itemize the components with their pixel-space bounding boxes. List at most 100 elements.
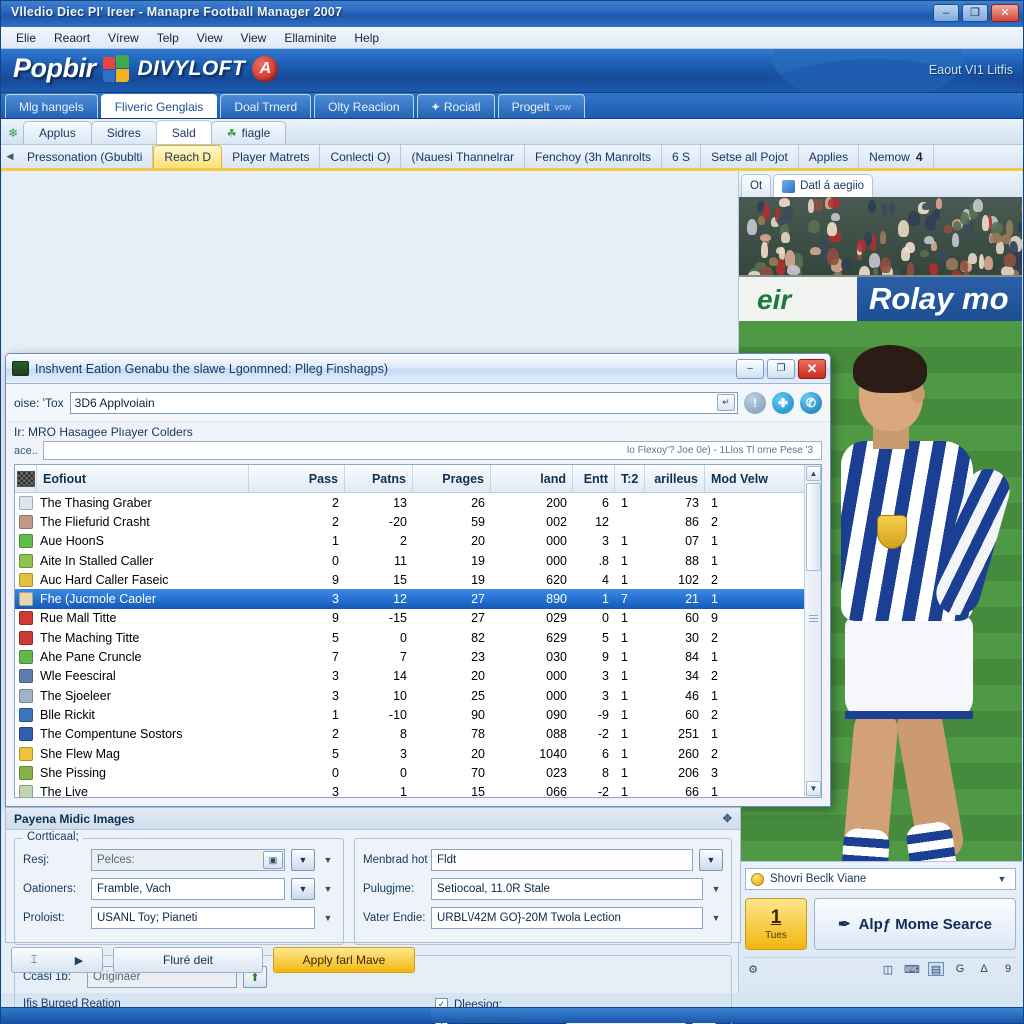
field-input[interactable]: USANL Toy; Pianeti <box>91 907 315 929</box>
select-all-icon[interactable] <box>17 471 35 487</box>
tertiary-tab-4[interactable]: (Nauesi Thannelrar <box>401 145 525 168</box>
menu-item-2[interactable]: Vírew <box>99 29 148 47</box>
table-row[interactable]: She Pissing 0 0 70 023 8 1 206 3 <box>15 763 804 782</box>
field-input[interactable]: Fldt <box>431 849 693 871</box>
chevron-down-icon[interactable]: ▼ <box>321 855 335 865</box>
refresh-icon-button[interactable]: ✤ <box>772 392 794 414</box>
table-row[interactable]: Wle Feesciral 3 14 20 000 3 1 34 2 <box>15 667 804 686</box>
tertiary-tab-1[interactable]: Reach D <box>153 145 222 168</box>
field-input[interactable]: Pelces: ▣ <box>91 849 285 871</box>
nav-prev-icon[interactable]: ⌶ <box>31 954 38 967</box>
tertiary-tab-2[interactable]: Player Matrets <box>222 145 320 168</box>
table-row[interactable]: The Compentune Sostors 2 8 78 088 -2 1 251 1 <box>15 725 804 744</box>
menu-item-7[interactable]: Help <box>345 29 388 47</box>
grid-header-land[interactable]: land <box>491 465 573 492</box>
primary-action-button[interactable]: Apply farl Mave <box>273 947 415 973</box>
tray-icon-6[interactable]: 9 <box>1000 962 1016 976</box>
nav-next-icon[interactable]: ▶ <box>75 954 83 967</box>
grid-header-entt[interactable]: Entt <box>573 465 615 492</box>
tray-icon-2[interactable]: ⌨ <box>904 962 920 976</box>
tray-icon-3[interactable]: ▤ <box>928 962 944 976</box>
primary-tab-4[interactable]: ✦ Rociatl <box>417 94 495 118</box>
chevron-down-icon[interactable]: ▼ <box>321 913 335 923</box>
field-input[interactable]: Setiocoal, 11.0R Stale <box>431 878 703 900</box>
tertiary-tab-9[interactable]: Nemow 4 <box>859 145 933 168</box>
grid-header-mod[interactable]: Mod Velw <box>705 465 804 492</box>
tray-icon-4[interactable]: G <box>952 962 968 976</box>
dialog-close-button[interactable]: ✕ <box>798 359 826 379</box>
tray-icon-0[interactable]: ⚙ <box>745 962 761 976</box>
search-input[interactable]: 3D6 Applvoiain ↵ <box>70 392 738 414</box>
count-badge-button[interactable]: 1 Tues <box>745 898 807 950</box>
grid-header-patns[interactable]: Patns <box>345 465 413 492</box>
path-field[interactable]: lo Flexoy'? Joe 0e) - 1Llos Tl orne Pese… <box>43 441 822 460</box>
dialog-minimize-button[interactable]: – <box>736 359 764 379</box>
tray-icon-5[interactable]: Δ <box>976 962 992 976</box>
chevron-down-icon[interactable]: ▼ <box>709 884 723 894</box>
tertiary-tab-7[interactable]: Setse all Pojot <box>701 145 799 168</box>
table-row[interactable]: She Flew Mag 5 3 20 1040 6 1 260 2 <box>15 744 804 763</box>
table-row[interactable]: The Maching Titte 5 0 82 629 5 1 30 2 <box>15 628 804 647</box>
grid-scrollbar[interactable]: ▲ ▼ <box>804 465 821 797</box>
menu-item-5[interactable]: View <box>232 29 276 47</box>
menu-item-3[interactable]: Telp <box>148 29 188 47</box>
table-row[interactable]: Rue Mall Titte 9 -15 27 029 0 1 60 9 <box>15 609 804 628</box>
grid-header-pass[interactable]: Pass <box>249 465 345 492</box>
close-button[interactable]: ✕ <box>991 4 1019 22</box>
field-inline-button[interactable]: ▣ <box>263 851 283 869</box>
table-row[interactable]: Aue HoonS 1 2 20 000 3 1 07 1 <box>15 532 804 551</box>
grid-header-t2[interactable]: T:2 <box>615 465 645 492</box>
table-row[interactable]: Aite In Stalled Caller 0 11 19 000 .8 1 88 1 <box>15 551 804 570</box>
scroll-up-arrow-icon[interactable]: ▲ <box>806 466 821 481</box>
tertiary-tab-6[interactable]: 6 Ѕ <box>662 145 701 168</box>
primary-tab-5[interactable]: Progelt vow <box>498 94 585 118</box>
table-row[interactable]: The Sjoeleer 3 10 25 000 3 1 46 1 <box>15 686 804 705</box>
search-action-button[interactable]: ✒ Alpƒ Mome Searce <box>814 898 1016 950</box>
primary-tab-1[interactable]: Fliveric Genglais <box>101 94 218 118</box>
game-pane-tab-0[interactable]: Ot <box>741 174 771 197</box>
minimize-button[interactable]: – <box>933 4 959 22</box>
secondary-tab-1[interactable]: Sidres <box>91 121 157 144</box>
tertiary-tab-5[interactable]: Fenchoy (3h Manrolts <box>525 145 662 168</box>
grid-header-arill[interactable]: arilleus <box>645 465 705 492</box>
chevron-down-icon[interactable]: ▼ <box>321 884 335 894</box>
menu-item-0[interactable]: Elie <box>7 29 45 47</box>
help-icon-button[interactable]: ✆ <box>800 392 822 414</box>
primary-tab-3[interactable]: Olty Reaclion <box>314 94 413 118</box>
table-row[interactable]: The Thasing Graber 2 13 26 200 6 1 73 1 <box>15 493 804 512</box>
secondary-tab-2[interactable]: Sald <box>156 120 212 144</box>
table-row[interactable]: Blle Rickit 1 -10 90 090 -9 1 60 2 <box>15 705 804 724</box>
table-row[interactable]: Fhe (Jucmole Caoler 3 12 27 890 1 7 21 1 <box>15 589 804 608</box>
search-submit-icon[interactable]: ↵ <box>717 394 735 411</box>
secondary-tab-3[interactable]: ☘ fiagle <box>211 121 287 144</box>
secondary-action-button[interactable]: Fluré deit <box>113 947 263 973</box>
scrollbar-thumb[interactable] <box>806 483 821 571</box>
grid-header-icon[interactable] <box>15 465 37 492</box>
scroll-left-arrow-icon[interactable]: ◀ <box>3 145 17 168</box>
table-row[interactable]: Ahe Pane Cruncle 7 7 23 030 9 1 84 1 <box>15 647 804 666</box>
tertiary-tab-0[interactable]: Pressonation (Gbublti <box>17 145 153 168</box>
tertiary-tab-3[interactable]: Conlecti O) <box>320 145 401 168</box>
field-dropdown-button[interactable]: ▼ <box>291 878 315 900</box>
menu-item-1[interactable]: Reaort <box>45 29 99 47</box>
game-pane-tab-1[interactable]: Datl á aegiio <box>773 174 873 197</box>
table-row[interactable]: The Fliefurid Crasht 2 -20 59 002 12 86 2 <box>15 512 804 531</box>
nav-buttons[interactable]: ⌶ ▶ <box>11 947 103 973</box>
menu-item-6[interactable]: Ellaminite <box>275 29 345 47</box>
grid-header-prages[interactable]: Prages <box>413 465 491 492</box>
expand-icon[interactable]: ✥ <box>723 812 732 825</box>
table-row[interactable]: Auc Hard Caller Faseic 9 15 19 620 4 1 102 2 <box>15 570 804 589</box>
grid-header-name[interactable]: Eofiout <box>37 465 249 492</box>
chevron-down-icon[interactable]: ▼ <box>709 913 723 923</box>
secondary-tab-0[interactable]: Applus <box>23 121 92 144</box>
field-input[interactable]: Framble, Vach <box>91 878 285 900</box>
tertiary-tab-8[interactable]: Applies <box>799 145 859 168</box>
primary-tab-0[interactable]: Mlg hangels <box>5 94 98 118</box>
maximize-button[interactable]: ❐ <box>962 4 988 22</box>
field-dropdown-button[interactable]: ▼ <box>291 849 315 871</box>
game-pane-dropdown[interactable]: Shovri Beclk Viane ▼ <box>745 868 1016 890</box>
field-input[interactable]: URBL\/42M GO}-20M Twola Lection <box>431 907 703 929</box>
tray-icon-1[interactable]: ◫ <box>880 962 896 976</box>
primary-tab-2[interactable]: Doal Trnerd <box>220 94 311 118</box>
scroll-down-arrow-icon[interactable]: ▼ <box>806 781 821 796</box>
